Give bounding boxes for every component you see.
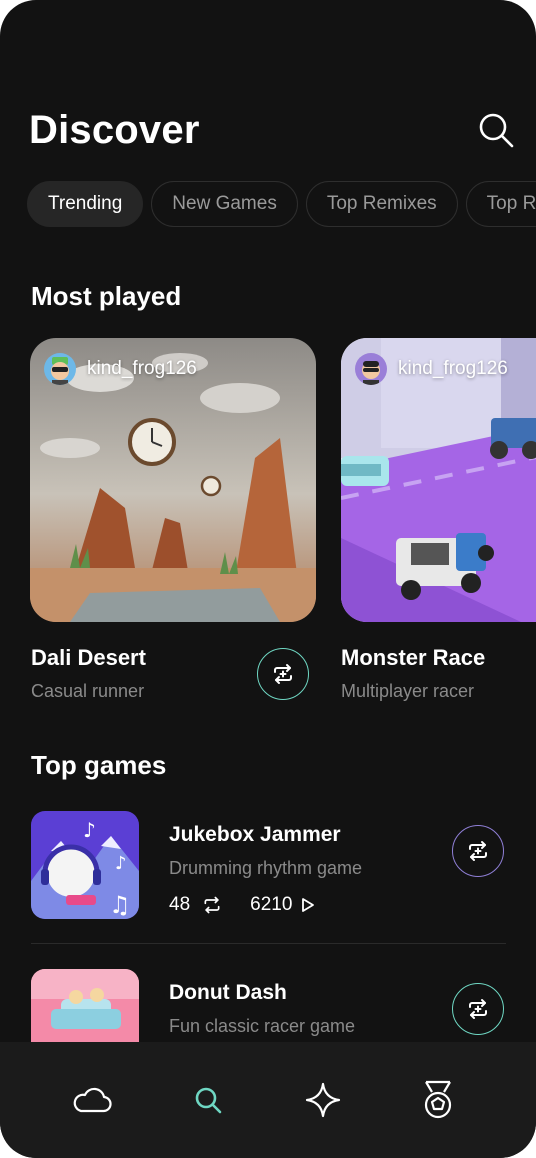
svg-text:♫: ♫ <box>109 891 131 919</box>
game-stats: 48 6210 <box>169 894 316 916</box>
remix-button[interactable] <box>257 648 309 700</box>
game-card-dali-desert[interactable]: kind_frog126 <box>30 338 316 622</box>
play-count: 6210 <box>250 894 293 915</box>
remix-icon <box>469 999 487 1019</box>
chip-trending[interactable]: Trending <box>27 181 144 227</box>
nav-discover[interactable] <box>186 1078 230 1122</box>
avatar <box>44 353 76 385</box>
remix-button[interactable] <box>452 983 504 1035</box>
remix-icon <box>469 841 487 861</box>
jukebox-jammer-thumbnail[interactable]: ♪ ♪ ♫ <box>31 811 139 919</box>
search-icon <box>195 1087 222 1114</box>
nav-create[interactable] <box>301 1078 345 1122</box>
creator-badge[interactable]: kind_frog126 <box>355 352 508 386</box>
app-screen: Discover Trending New Games Top Remixes Top… <box>0 0 536 1158</box>
game-genre: Multiplayer racer <box>341 681 475 701</box>
remix-icon <box>274 664 292 684</box>
search-icon <box>479 113 514 148</box>
search-button[interactable] <box>476 110 516 150</box>
remix-count: 48 <box>169 894 191 915</box>
creator-name: kind_frog126 <box>87 358 197 379</box>
game-genre: Drumming rhythm game <box>169 858 363 878</box>
creator-badge[interactable]: kind_frog126 <box>44 352 197 386</box>
svg-text:♪: ♪ <box>83 818 96 842</box>
remix-button[interactable] <box>452 825 504 877</box>
avatar <box>355 353 387 385</box>
game-title: Donut Dash <box>169 981 287 1004</box>
top-games-heading: Top games <box>31 750 167 780</box>
cloud-icon <box>73 1087 112 1113</box>
nav-achievements[interactable] <box>416 1078 460 1122</box>
sparkle-icon <box>305 1082 341 1118</box>
nav-home[interactable] <box>70 1078 114 1122</box>
game-card-monster-race[interactable]: kind_frog126 <box>341 338 536 622</box>
category-chips: Trending New Games Top Remixes Top R <box>27 181 536 227</box>
remix-icon <box>204 896 220 914</box>
game-genre: Casual runner <box>31 681 145 701</box>
play-icon <box>302 898 315 912</box>
bottom-nav <box>0 1042 536 1158</box>
creator-name: kind_frog126 <box>398 358 508 379</box>
game-title: Dali Desert <box>31 645 146 670</box>
most-played-heading: Most played <box>31 281 182 311</box>
chip-top-r[interactable]: Top R <box>465 181 536 227</box>
game-genre: Fun classic racer game <box>169 1016 356 1036</box>
svg-text:♪: ♪ <box>115 853 127 874</box>
game-title: Jukebox Jammer <box>169 823 341 846</box>
medal-icon <box>424 1080 452 1119</box>
list-divider <box>31 943 506 944</box>
chip-new-games[interactable]: New Games <box>151 181 298 227</box>
page-title: Discover <box>29 108 200 152</box>
chip-top-remixes[interactable]: Top Remixes <box>305 181 458 227</box>
game-title: Monster Race <box>341 645 486 670</box>
